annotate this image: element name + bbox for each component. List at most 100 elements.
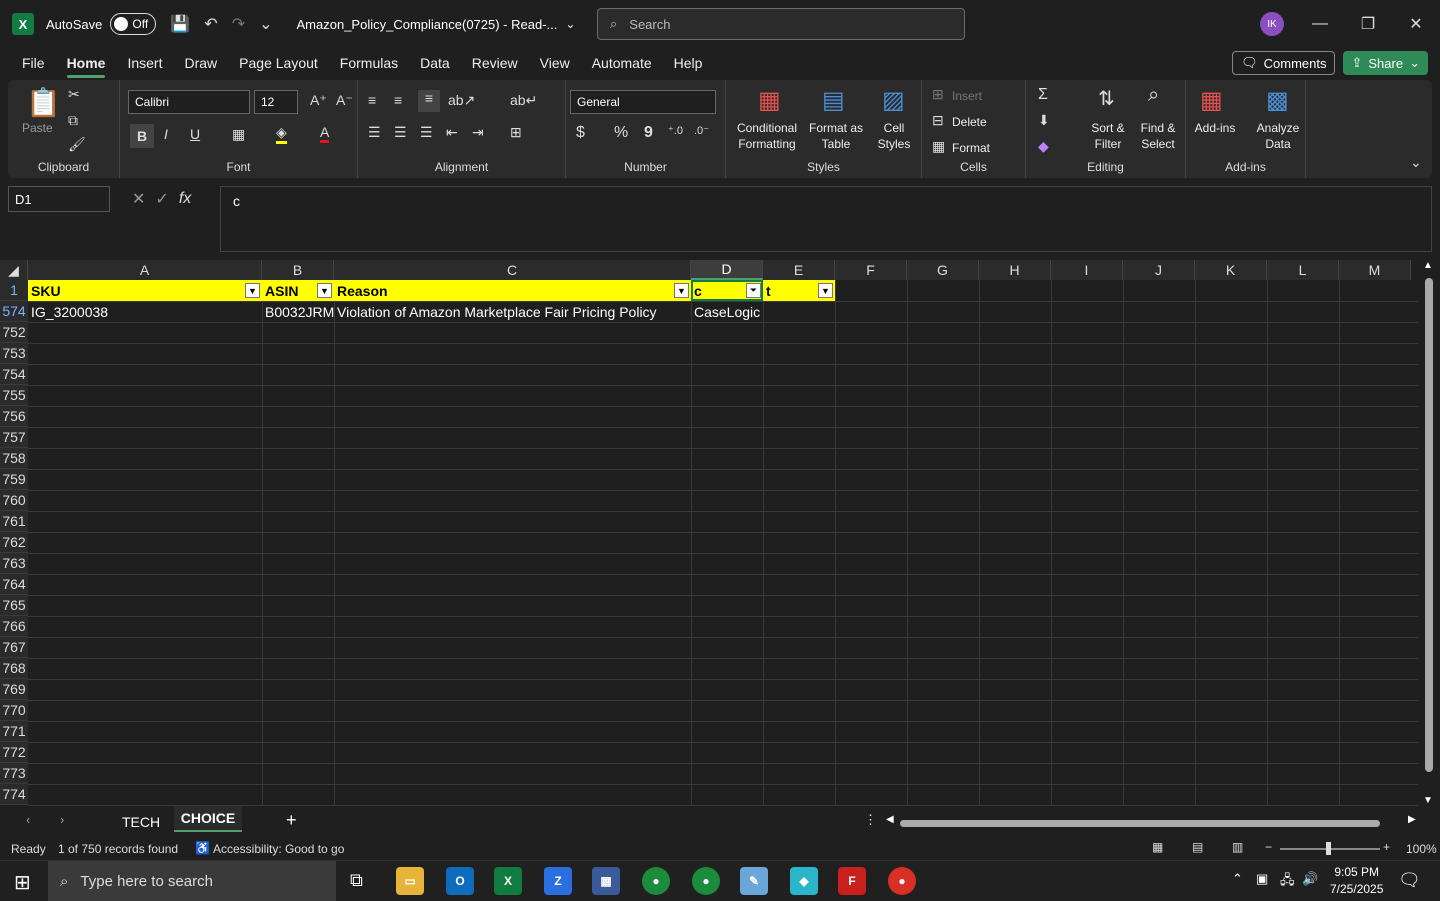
- number-format-select[interactable]: General: [570, 90, 716, 114]
- filter-dropdown-icon[interactable]: ▼: [818, 283, 833, 298]
- scroll-left-icon[interactable]: ◀: [886, 814, 894, 825]
- menu-automate[interactable]: Automate: [581, 48, 663, 78]
- minimize-icon[interactable]: —: [1296, 0, 1344, 48]
- align-center-icon[interactable]: ☰: [394, 124, 407, 141]
- align-middle-icon[interactable]: ≡: [394, 92, 402, 108]
- menu-insert[interactable]: Insert: [116, 48, 173, 78]
- calculator-icon[interactable]: ▦: [592, 867, 620, 895]
- column-header-selected[interactable]: D: [691, 260, 763, 280]
- column-header[interactable]: E: [763, 260, 835, 280]
- customize-icon[interactable]: ⌄: [259, 14, 272, 34]
- task-view-icon[interactable]: ⧉: [350, 870, 363, 891]
- font-family-select[interactable]: Calibri: [128, 90, 250, 114]
- row-header[interactable]: 771: [0, 721, 28, 742]
- row-header[interactable]: 752: [0, 322, 28, 343]
- analyze-data-button[interactable]: Analyze Data: [1254, 120, 1302, 152]
- row-header[interactable]: 761: [0, 511, 28, 532]
- outlook-icon[interactable]: O: [446, 867, 474, 895]
- row-header[interactable]: 769: [0, 679, 28, 700]
- vertical-scrollbar[interactable]: ▲ ▼: [1420, 260, 1436, 806]
- tray-icon[interactable]: ▣: [1256, 871, 1268, 887]
- currency-button[interactable]: $: [576, 124, 585, 142]
- chrome-alt-icon[interactable]: ●: [888, 867, 916, 895]
- comments-button[interactable]: 🗨 Comments: [1232, 51, 1336, 75]
- row-header[interactable]: 755: [0, 385, 28, 406]
- comma-button[interactable]: 9: [644, 124, 653, 142]
- insert-function-icon[interactable]: fx: [179, 190, 191, 208]
- excel-taskbar-icon[interactable]: X: [494, 867, 522, 895]
- bold-button[interactable]: B: [130, 124, 154, 148]
- row-header[interactable]: 768: [0, 658, 28, 679]
- column-header[interactable]: A: [28, 260, 262, 280]
- filter-dropdown-icon[interactable]: ▼: [245, 283, 260, 298]
- row-header[interactable]: 774: [0, 784, 28, 805]
- row-header[interactable]: 772: [0, 742, 28, 763]
- chrome-icon[interactable]: ●: [642, 867, 670, 895]
- decrease-indent-icon[interactable]: ⇤: [446, 124, 458, 141]
- close-icon[interactable]: ✕: [1392, 0, 1440, 48]
- cell-sku[interactable]: IG_3200038: [28, 301, 262, 322]
- percent-button[interactable]: %: [614, 124, 628, 142]
- vertical-scroll-thumb[interactable]: [1425, 278, 1433, 772]
- cell-reason[interactable]: Violation of Amazon Marketplace Fair Pri…: [334, 301, 691, 322]
- cell-brand[interactable]: CaseLogic: [691, 301, 763, 322]
- column-header[interactable]: C: [334, 260, 691, 280]
- scroll-down-icon[interactable]: ▼: [1423, 795, 1433, 806]
- zoom-level[interactable]: 100%: [1406, 842, 1437, 856]
- search-box[interactable]: ⌕ Search: [597, 8, 965, 40]
- cell-styles-button[interactable]: Cell Styles: [870, 120, 918, 152]
- volume-icon[interactable]: 🔊: [1302, 871, 1318, 887]
- row-header[interactable]: 753: [0, 343, 28, 364]
- header-cell-sku[interactable]: SKU: [28, 280, 262, 301]
- tray-expand-icon[interactable]: ⌃: [1232, 871, 1243, 887]
- scroll-up-icon[interactable]: ▲: [1423, 260, 1433, 271]
- sheet-tab-choice[interactable]: CHOICE: [174, 806, 242, 832]
- taskbar-search[interactable]: ⌕ Type here to search: [48, 861, 336, 901]
- font-color-icon[interactable]: A: [320, 124, 330, 143]
- sort-filter-button[interactable]: Sort & Filter: [1088, 120, 1128, 152]
- menu-draw[interactable]: Draw: [173, 48, 228, 78]
- format-cells-button[interactable]: Format: [952, 140, 990, 156]
- clear-icon[interactable]: ◆: [1038, 138, 1049, 155]
- more-options-icon[interactable]: ⋮: [864, 812, 877, 828]
- file-explorer-icon[interactable]: ▭: [396, 867, 424, 895]
- cut-icon[interactable]: ✂: [68, 86, 80, 103]
- chrome-profile-icon[interactable]: ●: [692, 867, 720, 895]
- row-header[interactable]: 574: [0, 301, 28, 322]
- menu-view[interactable]: View: [529, 48, 581, 78]
- filter-active-icon[interactable]: ⏷: [746, 283, 761, 298]
- paste-label[interactable]: Paste: [22, 120, 53, 136]
- menu-formulas[interactable]: Formulas: [329, 48, 409, 78]
- row-header[interactable]: 764: [0, 574, 28, 595]
- status-accessibility[interactable]: Accessibility: Good to go: [213, 842, 344, 856]
- paste-icon[interactable]: 📋: [26, 86, 61, 119]
- column-header[interactable]: M: [1339, 260, 1411, 280]
- ribbon-collapse-icon[interactable]: ⌄: [1410, 154, 1422, 171]
- page-break-view-icon[interactable]: ▥: [1232, 840, 1243, 854]
- scroll-right-icon[interactable]: ▶: [1408, 814, 1416, 825]
- row-header[interactable]: 757: [0, 427, 28, 448]
- row-header[interactable]: 760: [0, 490, 28, 511]
- menu-data[interactable]: Data: [409, 48, 461, 78]
- network-icon[interactable]: 🖧: [1280, 871, 1295, 893]
- row-header[interactable]: 765: [0, 595, 28, 616]
- column-header[interactable]: B: [262, 260, 334, 280]
- column-header[interactable]: G: [907, 260, 979, 280]
- align-right-icon[interactable]: ☰: [420, 124, 433, 141]
- normal-view-icon[interactable]: ▦: [1152, 840, 1163, 854]
- menu-review[interactable]: Review: [461, 48, 529, 78]
- column-header[interactable]: I: [1051, 260, 1123, 280]
- fill-color-icon[interactable]: ◈: [276, 124, 287, 144]
- row-header[interactable]: 754: [0, 364, 28, 385]
- zoho-icon[interactable]: Z: [544, 867, 572, 895]
- column-header[interactable]: L: [1267, 260, 1339, 280]
- redo-icon[interactable]: ↷: [232, 14, 245, 34]
- find-select-button[interactable]: Find & Select: [1136, 120, 1180, 152]
- orientation-icon[interactable]: ab↗: [448, 92, 475, 109]
- underline-button[interactable]: U: [190, 126, 200, 142]
- save-icon[interactable]: 💾: [170, 14, 190, 34]
- filezilla-icon[interactable]: F: [838, 867, 866, 895]
- column-header[interactable]: J: [1123, 260, 1195, 280]
- row-header[interactable]: 770: [0, 700, 28, 721]
- app-icon[interactable]: ◆: [790, 867, 818, 895]
